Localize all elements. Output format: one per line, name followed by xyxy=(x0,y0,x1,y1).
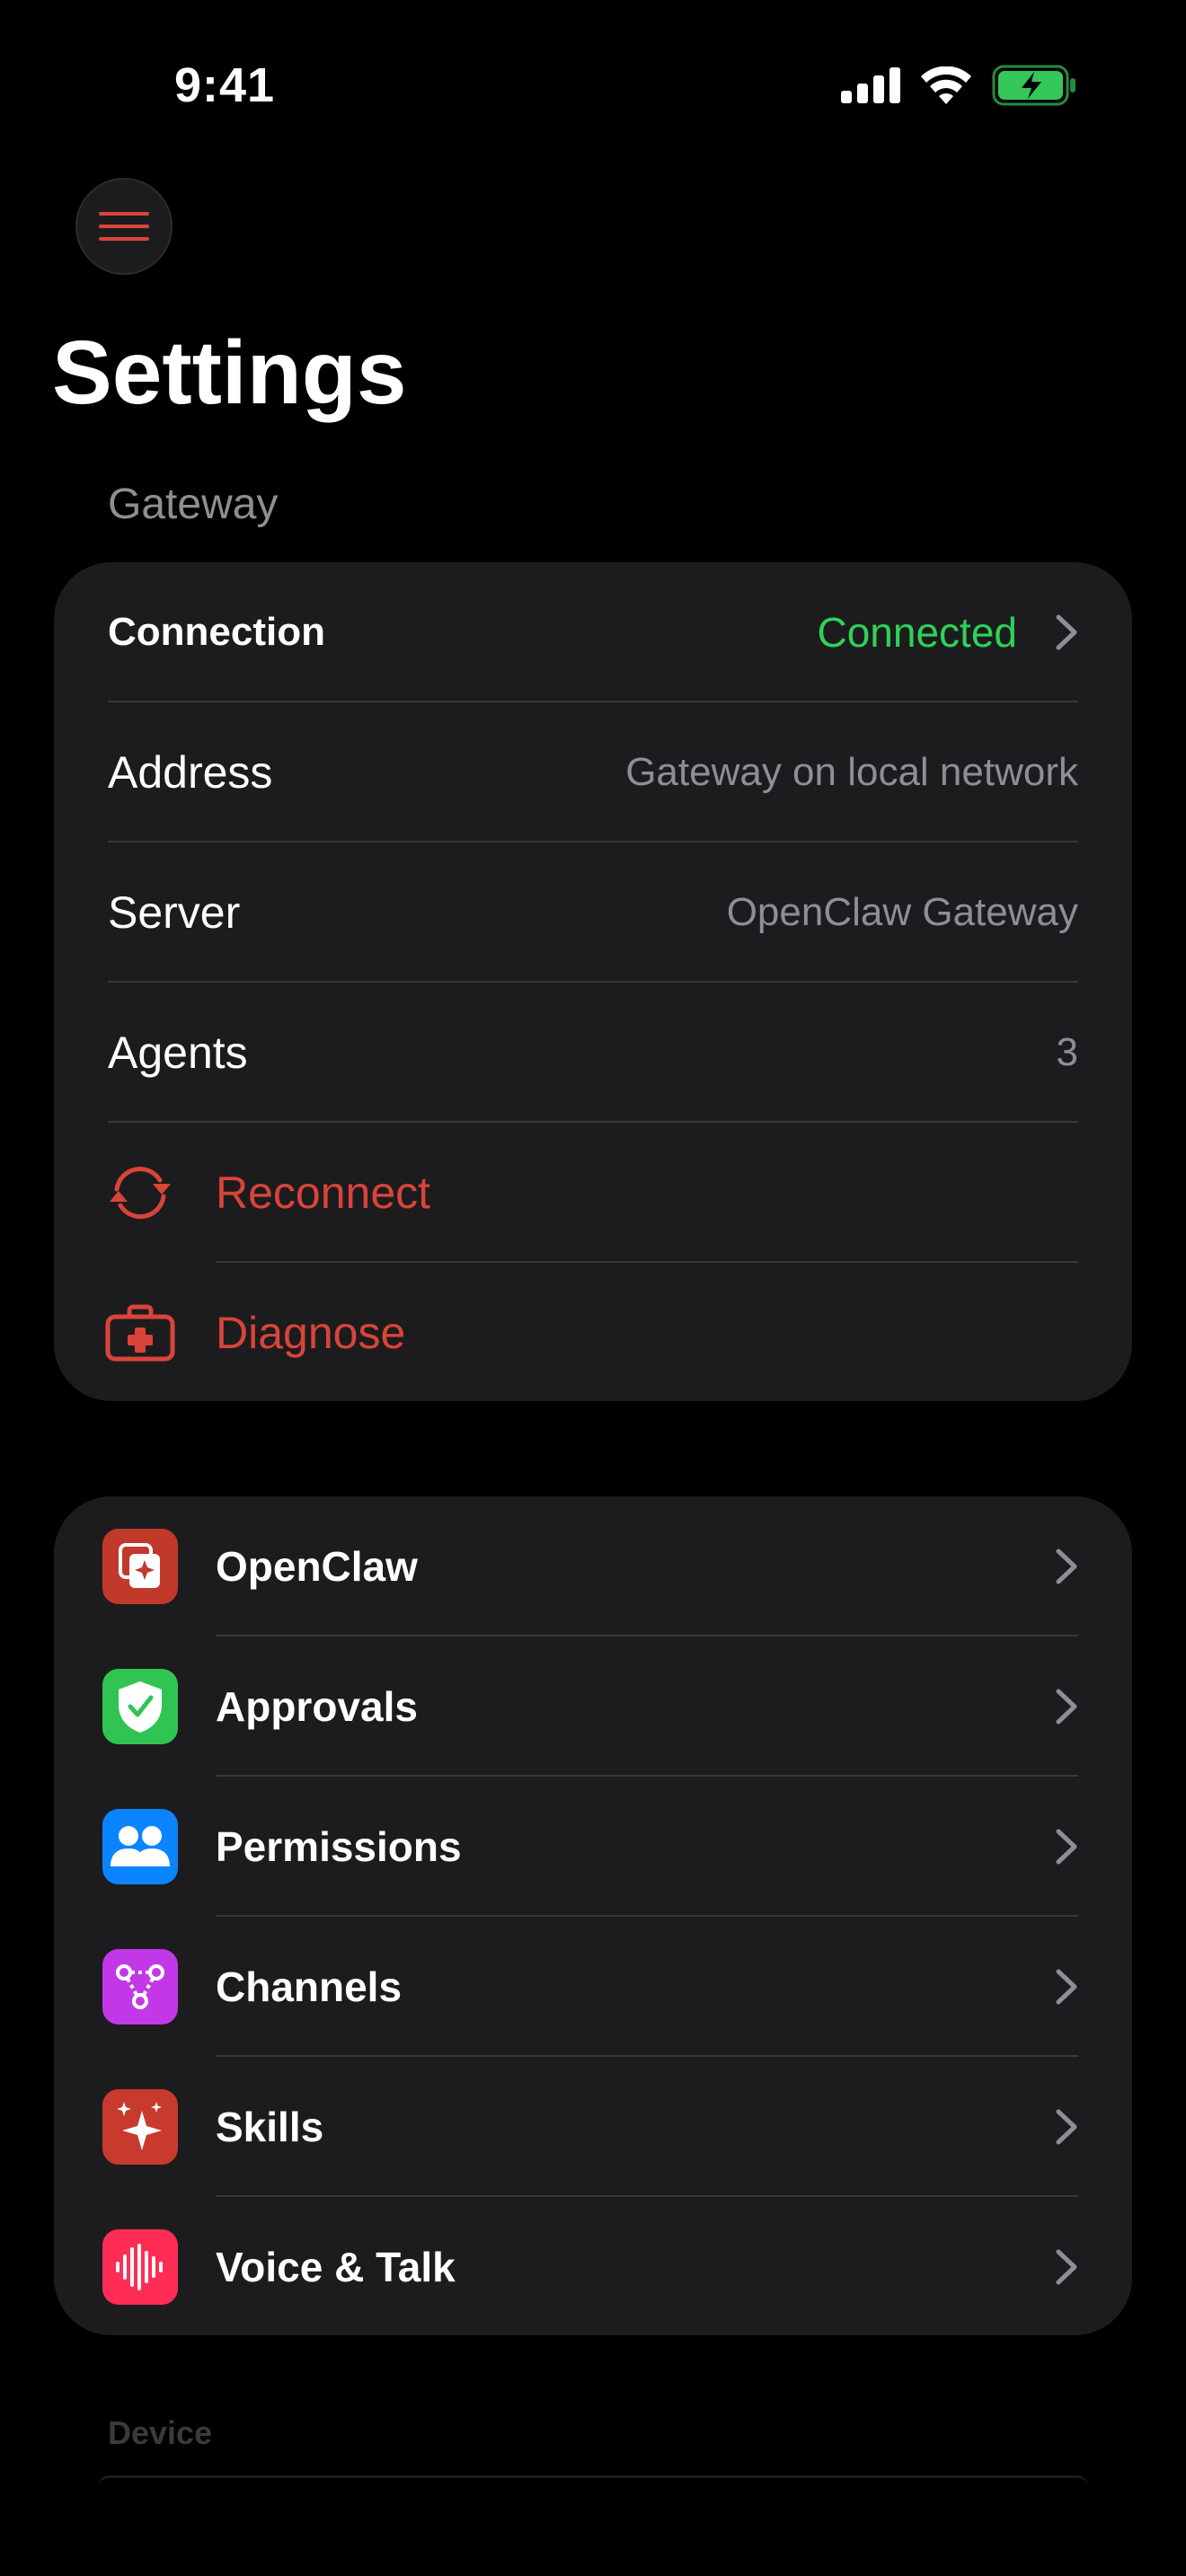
agents-row: Agents 3 xyxy=(54,983,1132,1123)
skills-label: Skills xyxy=(216,2104,324,2150)
connection-status: Connected xyxy=(817,609,1018,656)
status-time: 9:41 xyxy=(174,58,276,112)
address-row: Address Gateway on local network xyxy=(54,702,1132,842)
address-label: Address xyxy=(108,747,273,798)
people-icon xyxy=(102,1809,178,1884)
agents-label: Agents xyxy=(108,1028,248,1078)
server-label: Server xyxy=(108,887,241,938)
diagnose-label: Diagnose xyxy=(216,1308,406,1358)
chevron-right-icon xyxy=(1056,2109,1077,2145)
cellular-signal-icon xyxy=(841,67,900,103)
chevron-right-icon xyxy=(1056,1829,1077,1865)
permissions-label: Permissions xyxy=(216,1823,462,1870)
menu-button[interactable] xyxy=(75,178,173,275)
channels-icon xyxy=(102,1949,178,2025)
shield-check-icon xyxy=(102,1669,178,1744)
chevron-right-icon xyxy=(1056,614,1077,650)
skills-row[interactable]: Skills xyxy=(54,2057,1132,2197)
chevron-right-icon xyxy=(1056,1548,1077,1584)
chevron-right-icon xyxy=(1056,1969,1077,2005)
wifi-icon xyxy=(921,66,971,104)
approvals-row[interactable]: Approvals xyxy=(54,1636,1132,1777)
approvals-label: Approvals xyxy=(216,1683,418,1730)
openclaw-icon xyxy=(102,1529,178,1604)
openclaw-label: OpenClaw xyxy=(216,1543,418,1590)
chevron-right-icon xyxy=(1056,2249,1077,2285)
status-icons xyxy=(841,65,1076,106)
features-card: OpenClaw Approvals Permissions Channels … xyxy=(54,1496,1132,2335)
reconnect-button[interactable]: Reconnect xyxy=(54,1123,1132,1263)
page-title: Settings xyxy=(52,322,407,423)
first-aid-kit-icon xyxy=(102,1295,178,1371)
status-bar: 9:41 xyxy=(0,0,1186,171)
section-header-gateway: Gateway xyxy=(108,481,279,528)
connection-row[interactable]: Connection Connected xyxy=(54,562,1132,702)
connection-label: Connection xyxy=(108,610,325,654)
voice-talk-row[interactable]: Voice & Talk xyxy=(54,2197,1132,2335)
battery-charging-icon xyxy=(992,65,1075,106)
gateway-card: Connection Connected Address Gateway on … xyxy=(54,562,1132,1401)
channels-label: Channels xyxy=(216,1963,403,2010)
hamburger-menu-icon xyxy=(99,212,149,241)
permissions-row[interactable]: Permissions xyxy=(54,1777,1132,1917)
device-card-edge xyxy=(99,2475,1087,2485)
waveform-icon xyxy=(102,2229,178,2305)
diagnose-button[interactable]: Diagnose xyxy=(54,1263,1132,1401)
server-row: Server OpenClaw Gateway xyxy=(54,842,1132,983)
section-header-device: Device xyxy=(108,2414,213,2451)
voice-talk-label: Voice & Talk xyxy=(216,2244,456,2290)
openclaw-row[interactable]: OpenClaw xyxy=(54,1496,1132,1636)
sparkles-icon xyxy=(102,2089,178,2165)
agents-count: 3 xyxy=(1056,1030,1078,1074)
server-value: OpenClaw Gateway xyxy=(726,890,1078,934)
channels-row[interactable]: Channels xyxy=(54,1917,1132,2057)
reconnect-icon xyxy=(102,1155,178,1231)
address-value: Gateway on local network xyxy=(625,750,1078,794)
reconnect-label: Reconnect xyxy=(216,1168,431,1218)
chevron-right-icon xyxy=(1056,1689,1077,1725)
